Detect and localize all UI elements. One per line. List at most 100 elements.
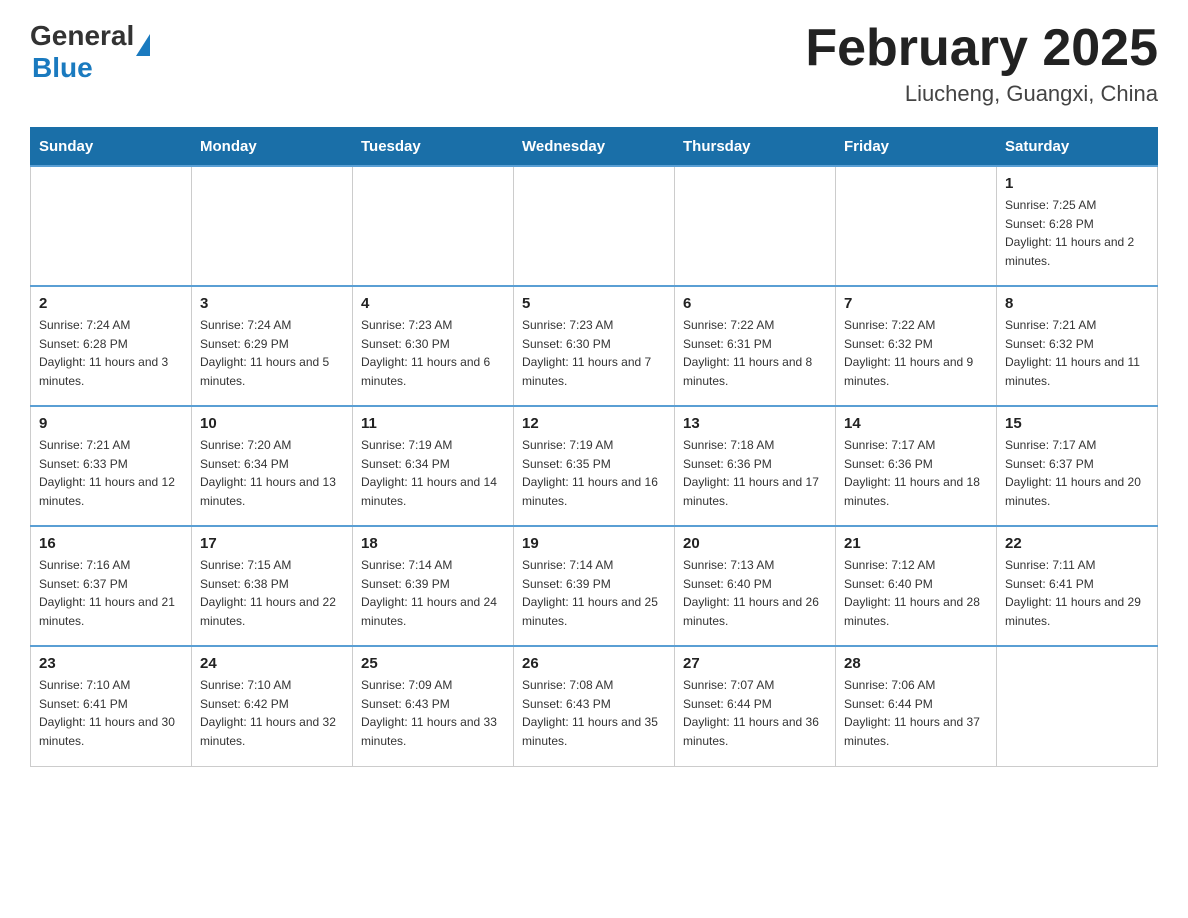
- calendar-cell: 5 Sunrise: 7:23 AM Sunset: 6:30 PM Daylig…: [514, 286, 675, 406]
- calendar-cell: 4 Sunrise: 7:23 AM Sunset: 6:30 PM Daylig…: [353, 286, 514, 406]
- weekday-header-saturday: Saturday: [997, 128, 1158, 167]
- calendar-cell: [836, 166, 997, 286]
- calendar-cell: 11 Sunrise: 7:19 AM Sunset: 6:34 PM Dayli…: [353, 406, 514, 526]
- day-number: 28: [844, 655, 988, 672]
- calendar-cell: 8 Sunrise: 7:21 AM Sunset: 6:32 PM Daylig…: [997, 286, 1158, 406]
- day-info: Sunrise: 7:20 AM Sunset: 6:34 PM Dayligh…: [200, 436, 344, 510]
- calendar-cell: 14 Sunrise: 7:17 AM Sunset: 6:36 PM Dayli…: [836, 406, 997, 526]
- day-info: Sunrise: 7:23 AM Sunset: 6:30 PM Dayligh…: [361, 316, 505, 390]
- day-info: Sunrise: 7:09 AM Sunset: 6:43 PM Dayligh…: [361, 676, 505, 750]
- weekday-header-sunday: Sunday: [31, 128, 192, 167]
- calendar-cell: [514, 166, 675, 286]
- calendar-cell: 23 Sunrise: 7:10 AM Sunset: 6:41 PM Dayli…: [31, 646, 192, 766]
- day-info: Sunrise: 7:10 AM Sunset: 6:42 PM Dayligh…: [200, 676, 344, 750]
- day-number: 17: [200, 535, 344, 552]
- weekday-header-wednesday: Wednesday: [514, 128, 675, 167]
- day-number: 6: [683, 295, 827, 312]
- calendar-cell: [192, 166, 353, 286]
- day-info: Sunrise: 7:07 AM Sunset: 6:44 PM Dayligh…: [683, 676, 827, 750]
- day-info: Sunrise: 7:22 AM Sunset: 6:32 PM Dayligh…: [844, 316, 988, 390]
- day-number: 15: [1005, 415, 1149, 432]
- location-title: Liucheng, Guangxi, China: [805, 81, 1158, 107]
- day-number: 4: [361, 295, 505, 312]
- day-info: Sunrise: 7:15 AM Sunset: 6:38 PM Dayligh…: [200, 556, 344, 630]
- calendar-cell: 22 Sunrise: 7:11 AM Sunset: 6:41 PM Dayli…: [997, 526, 1158, 646]
- day-number: 2: [39, 295, 183, 312]
- day-info: Sunrise: 7:19 AM Sunset: 6:34 PM Dayligh…: [361, 436, 505, 510]
- day-number: 12: [522, 415, 666, 432]
- calendar-cell: 17 Sunrise: 7:15 AM Sunset: 6:38 PM Dayli…: [192, 526, 353, 646]
- day-info: Sunrise: 7:14 AM Sunset: 6:39 PM Dayligh…: [361, 556, 505, 630]
- day-number: 27: [683, 655, 827, 672]
- calendar-cell: 26 Sunrise: 7:08 AM Sunset: 6:43 PM Dayli…: [514, 646, 675, 766]
- day-number: 23: [39, 655, 183, 672]
- day-number: 25: [361, 655, 505, 672]
- weekday-header-row: SundayMondayTuesdayWednesdayThursdayFrid…: [31, 128, 1158, 167]
- calendar-cell: [31, 166, 192, 286]
- calendar-cell: 12 Sunrise: 7:19 AM Sunset: 6:35 PM Dayli…: [514, 406, 675, 526]
- day-info: Sunrise: 7:08 AM Sunset: 6:43 PM Dayligh…: [522, 676, 666, 750]
- day-number: 14: [844, 415, 988, 432]
- day-info: Sunrise: 7:21 AM Sunset: 6:32 PM Dayligh…: [1005, 316, 1149, 390]
- calendar-table: SundayMondayTuesdayWednesdayThursdayFrid…: [30, 127, 1158, 767]
- day-info: Sunrise: 7:22 AM Sunset: 6:31 PM Dayligh…: [683, 316, 827, 390]
- day-number: 3: [200, 295, 344, 312]
- day-number: 1: [1005, 175, 1149, 192]
- calendar-cell: 16 Sunrise: 7:16 AM Sunset: 6:37 PM Dayli…: [31, 526, 192, 646]
- day-number: 19: [522, 535, 666, 552]
- calendar-cell: [675, 166, 836, 286]
- day-info: Sunrise: 7:13 AM Sunset: 6:40 PM Dayligh…: [683, 556, 827, 630]
- day-info: Sunrise: 7:16 AM Sunset: 6:37 PM Dayligh…: [39, 556, 183, 630]
- day-number: 7: [844, 295, 988, 312]
- calendar-cell: 2Sunrise: 7:24 AM Sunset: 6:28 PM Daylig…: [31, 286, 192, 406]
- day-number: 5: [522, 295, 666, 312]
- logo-blue-text: Blue: [32, 52, 93, 83]
- day-info: Sunrise: 7:12 AM Sunset: 6:40 PM Dayligh…: [844, 556, 988, 630]
- day-number: 18: [361, 535, 505, 552]
- day-number: 26: [522, 655, 666, 672]
- day-info: Sunrise: 7:10 AM Sunset: 6:41 PM Dayligh…: [39, 676, 183, 750]
- day-info: Sunrise: 7:19 AM Sunset: 6:35 PM Dayligh…: [522, 436, 666, 510]
- calendar-cell: 27 Sunrise: 7:07 AM Sunset: 6:44 PM Dayli…: [675, 646, 836, 766]
- weekday-header-friday: Friday: [836, 128, 997, 167]
- calendar-week-2: 2Sunrise: 7:24 AM Sunset: 6:28 PM Daylig…: [31, 286, 1158, 406]
- calendar-cell: 20 Sunrise: 7:13 AM Sunset: 6:40 PM Dayli…: [675, 526, 836, 646]
- calendar-cell: 21 Sunrise: 7:12 AM Sunset: 6:40 PM Dayli…: [836, 526, 997, 646]
- day-number: 11: [361, 415, 505, 432]
- day-number: 21: [844, 535, 988, 552]
- day-info: Sunrise: 7:06 AM Sunset: 6:44 PM Dayligh…: [844, 676, 988, 750]
- day-number: 8: [1005, 295, 1149, 312]
- day-info: Sunrise: 7:18 AM Sunset: 6:36 PM Dayligh…: [683, 436, 827, 510]
- calendar-week-1: 1 Sunrise: 7:25 AM Sunset: 6:28 PM Daylig…: [31, 166, 1158, 286]
- calendar-cell: 19Sunrise: 7:14 AM Sunset: 6:39 PM Dayli…: [514, 526, 675, 646]
- day-info: Sunrise: 7:17 AM Sunset: 6:36 PM Dayligh…: [844, 436, 988, 510]
- day-number: 22: [1005, 535, 1149, 552]
- weekday-header-tuesday: Tuesday: [353, 128, 514, 167]
- logo: General Blue: [30, 20, 150, 84]
- day-info: Sunrise: 7:11 AM Sunset: 6:41 PM Dayligh…: [1005, 556, 1149, 630]
- page-header: General Blue February 2025 Liucheng, Gua…: [30, 20, 1158, 107]
- calendar-cell: [353, 166, 514, 286]
- calendar-cell: 25 Sunrise: 7:09 AM Sunset: 6:43 PM Dayli…: [353, 646, 514, 766]
- logo-general-text: General: [30, 20, 134, 52]
- calendar-cell: [997, 646, 1158, 766]
- calendar-week-4: 16 Sunrise: 7:16 AM Sunset: 6:37 PM Dayli…: [31, 526, 1158, 646]
- month-title: February 2025: [805, 20, 1158, 77]
- calendar-cell: 7 Sunrise: 7:22 AM Sunset: 6:32 PM Daylig…: [836, 286, 997, 406]
- title-block: February 2025 Liucheng, Guangxi, China: [805, 20, 1158, 107]
- day-info: Sunrise: 7:23 AM Sunset: 6:30 PM Dayligh…: [522, 316, 666, 390]
- day-info: Sunrise: 7:21 AM Sunset: 6:33 PM Dayligh…: [39, 436, 183, 510]
- calendar-cell: 13Sunrise: 7:18 AM Sunset: 6:36 PM Dayli…: [675, 406, 836, 526]
- day-number: 9: [39, 415, 183, 432]
- calendar-cell: 1 Sunrise: 7:25 AM Sunset: 6:28 PM Daylig…: [997, 166, 1158, 286]
- calendar-cell: 6 Sunrise: 7:22 AM Sunset: 6:31 PM Daylig…: [675, 286, 836, 406]
- day-number: 16: [39, 535, 183, 552]
- day-info: Sunrise: 7:25 AM Sunset: 6:28 PM Dayligh…: [1005, 196, 1149, 270]
- calendar-week-3: 9 Sunrise: 7:21 AM Sunset: 6:33 PM Daylig…: [31, 406, 1158, 526]
- day-number: 20: [683, 535, 827, 552]
- calendar-cell: 10Sunrise: 7:20 AM Sunset: 6:34 PM Dayli…: [192, 406, 353, 526]
- day-info: Sunrise: 7:24 AM Sunset: 6:29 PM Dayligh…: [200, 316, 344, 390]
- weekday-header-monday: Monday: [192, 128, 353, 167]
- day-number: 24: [200, 655, 344, 672]
- day-info: Sunrise: 7:17 AM Sunset: 6:37 PM Dayligh…: [1005, 436, 1149, 510]
